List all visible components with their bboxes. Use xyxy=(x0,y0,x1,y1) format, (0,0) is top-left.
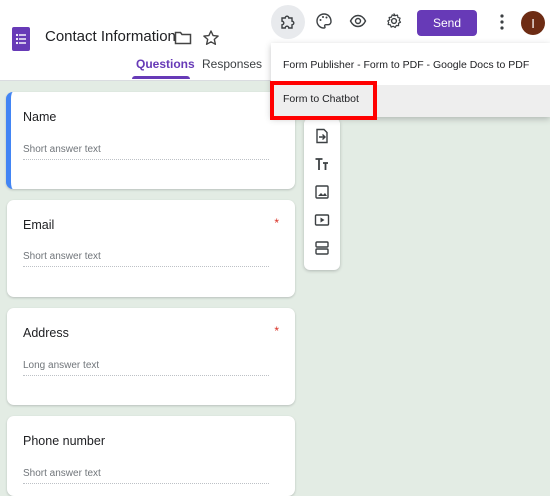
question-title[interactable]: Phone number xyxy=(23,434,105,448)
menu-item-form-publisher[interactable]: Form Publisher - Form to PDF - Google Do… xyxy=(283,59,529,71)
addons-button[interactable] xyxy=(271,5,305,39)
annotation-highlight-box xyxy=(270,81,377,120)
import-questions-icon[interactable] xyxy=(312,126,332,146)
required-asterisk: * xyxy=(274,216,279,230)
active-tab-indicator xyxy=(132,76,190,79)
tab-responses[interactable]: Responses xyxy=(202,57,262,71)
required-asterisk: * xyxy=(274,324,279,338)
send-button[interactable]: Send xyxy=(417,10,477,36)
add-title-icon[interactable] xyxy=(312,154,332,174)
answer-placeholder: Short answer text xyxy=(23,251,269,267)
folder-icon[interactable] xyxy=(172,27,194,49)
preview-eye-icon[interactable] xyxy=(348,11,368,31)
answer-placeholder: Short answer text xyxy=(23,468,269,484)
question-card-address[interactable]: Address * Long answer text xyxy=(7,308,295,405)
puzzle-icon xyxy=(281,15,295,29)
add-video-icon[interactable] xyxy=(312,210,332,230)
document-title[interactable]: Contact Information xyxy=(45,28,176,45)
avatar[interactable]: I xyxy=(521,11,545,35)
answer-placeholder: Long answer text xyxy=(23,360,269,376)
more-vert-icon[interactable] xyxy=(492,11,512,33)
tab-questions[interactable]: Questions xyxy=(136,57,195,71)
add-section-icon[interactable] xyxy=(312,238,332,258)
star-icon[interactable] xyxy=(200,27,222,49)
answer-placeholder: Short answer text xyxy=(23,144,269,160)
question-card-email[interactable]: Email * Short answer text xyxy=(7,200,295,297)
gear-icon[interactable] xyxy=(384,11,404,31)
palette-icon[interactable] xyxy=(314,11,334,31)
forms-logo-icon[interactable] xyxy=(12,27,30,51)
question-card-phone[interactable]: Phone number Short answer text xyxy=(7,416,295,496)
question-toolbar xyxy=(304,118,340,270)
question-title[interactable]: Address xyxy=(23,326,69,340)
add-image-icon[interactable] xyxy=(312,182,332,202)
question-card-name[interactable]: Name Short answer text xyxy=(6,92,295,189)
question-title[interactable]: Email xyxy=(23,218,54,232)
question-title[interactable]: Name xyxy=(23,110,56,124)
